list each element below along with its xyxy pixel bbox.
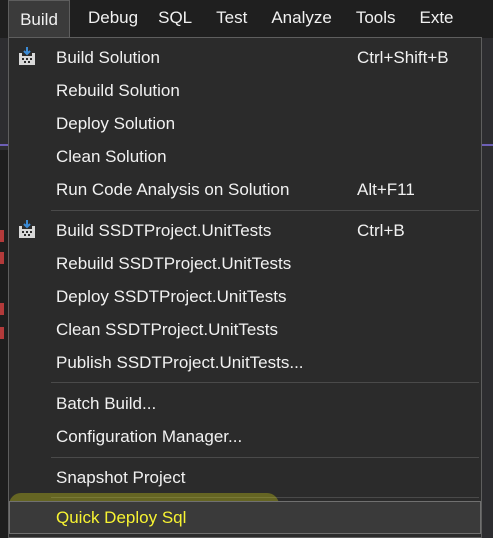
menu-item-label: Deploy Solution <box>56 113 176 133</box>
menu-item-label: Configuration Manager... <box>56 426 243 446</box>
editor-accent-line-right <box>482 144 493 146</box>
menu-item-label: Clean SSDTProject.UnitTests <box>56 319 279 339</box>
menu-item-shortcut: Ctrl+B <box>357 220 405 240</box>
editor-right-edge <box>482 38 493 538</box>
editor-background <box>0 38 8 150</box>
menu-separator <box>51 382 479 383</box>
menu-item-deploy-project[interactable]: Deploy SSDTProject.UnitTests <box>9 280 481 313</box>
editor-marker <box>0 327 4 339</box>
menu-item-build-solution[interactable]: Build Solution Ctrl+Shift+B <box>9 41 481 74</box>
menu-item-label: Run Code Analysis on Solution <box>56 179 290 199</box>
menu-extensions[interactable]: Exte <box>408 0 454 36</box>
menu-sql[interactable]: SQL <box>146 0 204 36</box>
menu-item-quick-deploy-sql[interactable]: Quick Deploy Sql <box>9 501 481 534</box>
build-icon <box>19 220 35 238</box>
menu-item-label: Quick Deploy Sql <box>56 507 187 527</box>
menu-separator <box>51 457 479 458</box>
menu-item-shortcut: Ctrl+Shift+B <box>357 47 449 67</box>
editor-marker <box>0 230 4 242</box>
build-icon <box>19 47 35 65</box>
menu-item-label: Publish SSDTProject.UnitTests... <box>56 352 304 372</box>
menu-item-label: Clean Solution <box>56 146 167 166</box>
menu-item-label: Snapshot Project <box>56 467 186 487</box>
menu-item-batch-build[interactable]: Batch Build... <box>9 387 481 420</box>
menu-item-rebuild-project[interactable]: Rebuild SSDTProject.UnitTests <box>9 247 481 280</box>
menu-item-rebuild-solution[interactable]: Rebuild Solution <box>9 74 481 107</box>
menu-item-clean-project[interactable]: Clean SSDTProject.UnitTests <box>9 313 481 346</box>
menu-item-label: Build SSDTProject.UnitTests <box>56 220 272 240</box>
menu-analyze[interactable]: Analyze <box>259 0 343 36</box>
menu-build[interactable]: Build <box>8 0 70 38</box>
menu-item-clean-solution[interactable]: Clean Solution <box>9 140 481 173</box>
menu-item-configuration-manager[interactable]: Configuration Manager... <box>9 420 481 453</box>
menu-item-build-project[interactable]: Build SSDTProject.UnitTests Ctrl+B <box>9 214 481 247</box>
menu-item-label: Build Solution <box>56 47 160 67</box>
build-menu-dropdown: Build Solution Ctrl+Shift+B Rebuild Solu… <box>8 37 482 538</box>
menu-debug[interactable]: Debug <box>80 0 146 36</box>
menu-item-deploy-solution[interactable]: Deploy Solution <box>9 107 481 140</box>
menu-item-shortcut: Alt+F11 <box>357 179 415 199</box>
menu-item-label: Rebuild SSDTProject.UnitTests <box>56 253 292 273</box>
editor-background-lower <box>0 150 8 538</box>
menu-item-run-code-analysis[interactable]: Run Code Analysis on Solution Alt+F11 <box>9 173 481 206</box>
editor-marker <box>0 303 4 315</box>
menu-bar: Build Debug SQL Test Analyze Tools Exte <box>0 0 493 38</box>
editor-accent-line <box>0 144 8 146</box>
menu-item-label: Deploy SSDTProject.UnitTests <box>56 286 287 306</box>
menu-tools[interactable]: Tools <box>344 0 408 36</box>
editor-marker <box>0 252 4 264</box>
visual-studio-window: Build Debug SQL Test Analyze Tools Exte … <box>0 0 493 538</box>
menu-separator <box>51 210 479 211</box>
menu-item-label: Batch Build... <box>56 393 157 413</box>
menu-item-snapshot-project[interactable]: Snapshot Project <box>9 461 481 494</box>
menu-item-label: Rebuild Solution <box>56 80 180 100</box>
menu-test[interactable]: Test <box>204 0 259 36</box>
menu-item-publish-project[interactable]: Publish SSDTProject.UnitTests... <box>9 346 481 379</box>
